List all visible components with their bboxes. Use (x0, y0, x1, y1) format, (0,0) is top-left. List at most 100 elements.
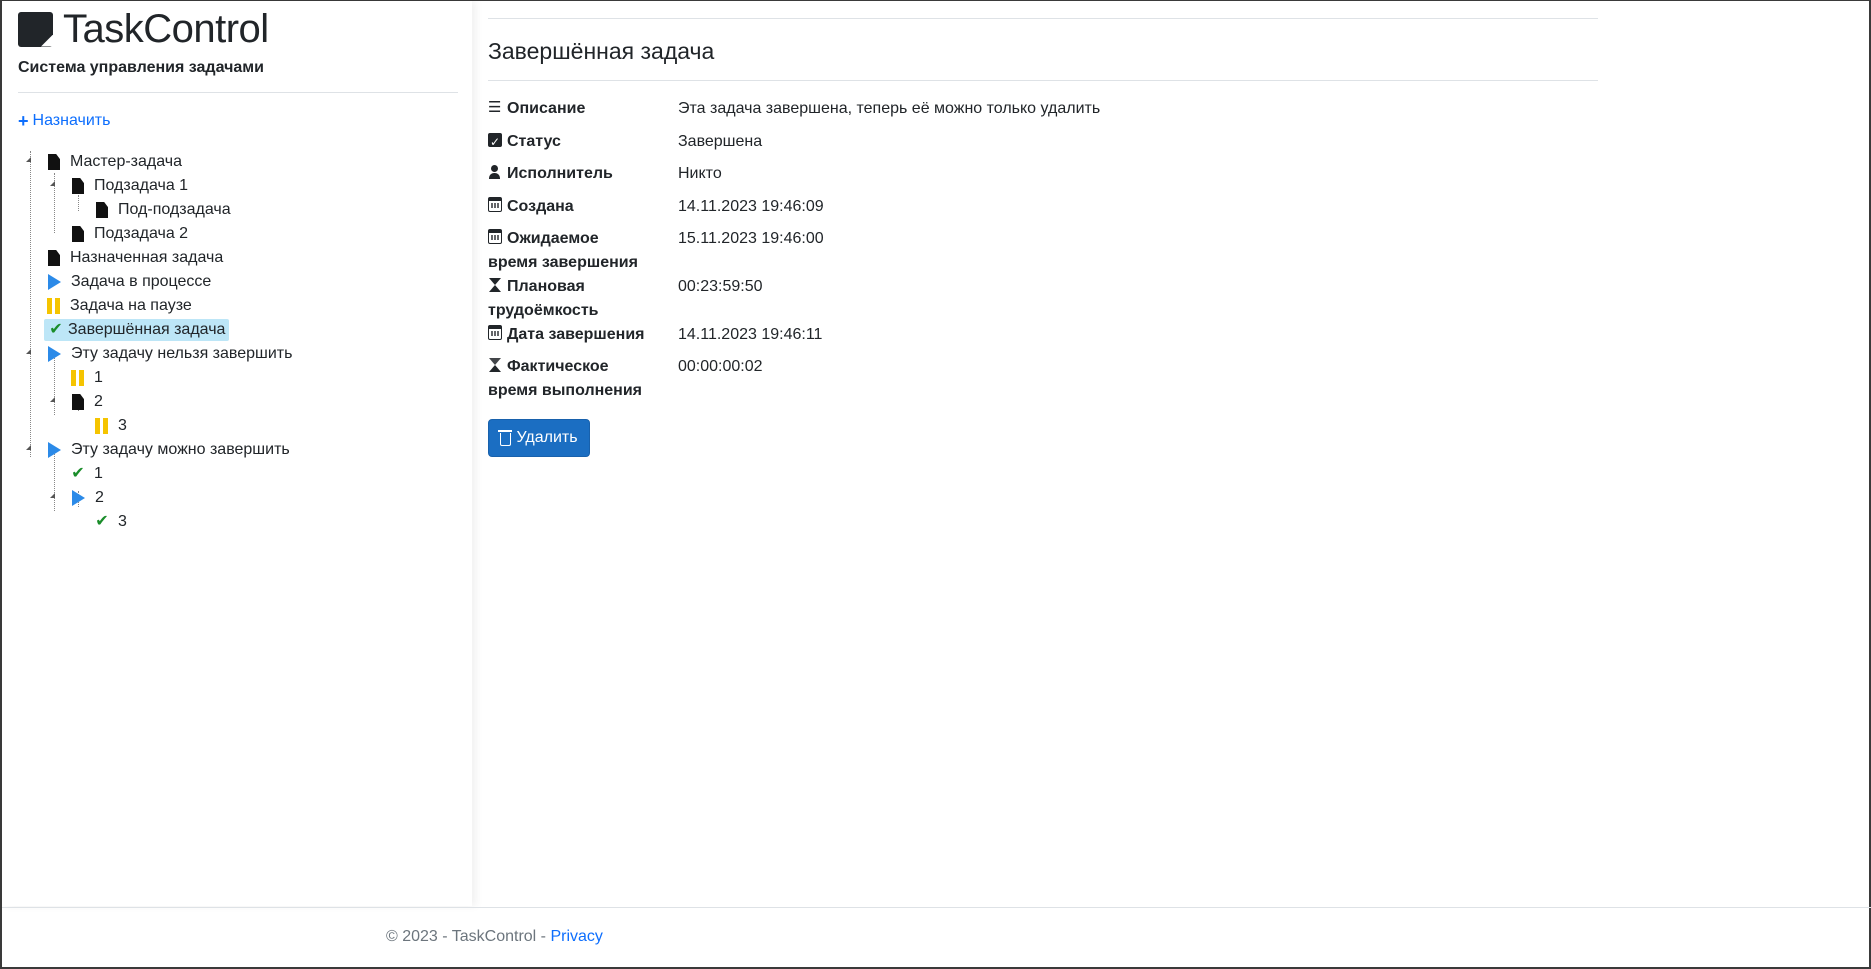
field-label-line2: трудоёмкость (488, 302, 599, 319)
tree-node[interactable]: ✔ 1 (70, 463, 107, 485)
tree-node[interactable]: 3 (94, 415, 131, 437)
play-icon (48, 346, 61, 362)
brand[interactable]: TaskControl (18, 7, 269, 51)
tree-node[interactable]: 2 (70, 487, 108, 509)
hourglass-icon (488, 358, 502, 372)
tree-node[interactable]: Назначенная задача (46, 247, 227, 269)
expander-icon[interactable] (26, 349, 31, 354)
tree-node-selected[interactable]: ✔ Завершённая задача (44, 319, 230, 341)
tree-node[interactable]: Задача на паузе (46, 295, 196, 317)
expander-icon[interactable] (50, 181, 55, 186)
field-value: Никто (678, 165, 722, 182)
field-value: 00:00:00:02 (678, 358, 763, 375)
assign-link[interactable]: + Назначить (18, 112, 110, 130)
assign-label: Назначить (32, 112, 111, 129)
tree-node-label: 1 (94, 369, 103, 386)
tree-node[interactable]: 2 (70, 391, 107, 413)
tree-node-label: Завершённая задача (68, 321, 226, 338)
field-label: Описание (507, 100, 586, 117)
footer-copyright: © 2023 - TaskControl - (386, 928, 551, 945)
tree-node-label: Подзадача 1 (94, 177, 189, 194)
tree-node-label: 2 (94, 393, 103, 410)
tree-node-label: Эту задачу нельзя завершить (71, 345, 293, 362)
check-icon: ✔ (71, 465, 85, 482)
tree-node-label: Подзадача 2 (94, 225, 189, 242)
field-label: Создана (507, 198, 574, 215)
tree-node-label: 1 (94, 465, 103, 482)
title-divider (488, 80, 1598, 81)
delete-button[interactable]: Удалить (488, 419, 590, 457)
field-value: 00:23:59:50 (678, 278, 763, 295)
calendar-icon (488, 229, 502, 244)
file-icon (48, 250, 60, 266)
pause-icon (71, 370, 85, 386)
hourglass-icon (488, 278, 502, 292)
check-square-icon (488, 130, 502, 154)
tree-node[interactable]: Эту задачу нельзя завершить (46, 343, 296, 365)
field-label-line2: время завершения (488, 254, 638, 271)
tree-node[interactable]: ✔ 3 (94, 511, 131, 533)
field-label: Исполнитель (507, 165, 613, 182)
field-label-line1: Фактическое (507, 358, 609, 375)
calendar-icon (488, 197, 502, 212)
file-icon (72, 178, 84, 194)
field-value: 14.11.2023 19:46:09 (678, 198, 824, 215)
check-icon: ✔ (95, 513, 109, 530)
expander-icon[interactable] (50, 493, 55, 498)
trash-icon (498, 430, 513, 446)
field-label-line1: Ожидаемое (507, 230, 599, 247)
pause-icon (95, 418, 109, 434)
file-icon (72, 394, 84, 410)
tree-node-label: Мастер-задача (70, 153, 183, 170)
tree-node[interactable]: Эту задачу можно завершить (46, 439, 294, 461)
tree-node-label: 3 (118, 513, 127, 530)
tree-node[interactable]: 1 (70, 367, 107, 389)
tree-connector (30, 151, 31, 457)
tree-connector (78, 195, 79, 211)
tree-node[interactable]: Подзадача 2 (70, 223, 192, 245)
tree-node[interactable]: Под-подзадача (94, 199, 235, 221)
expander-icon[interactable] (50, 397, 55, 402)
sticky-note-logo-icon (18, 11, 53, 47)
tree-node-label-wrapper: ✔ Завершённая задача (44, 319, 230, 341)
tree-node-label: Задача на паузе (70, 297, 192, 314)
user-icon (488, 165, 502, 179)
top-divider (488, 18, 1598, 19)
app-subtitle: Система управления задачами (18, 59, 264, 76)
task-title: Завершённая задача (488, 38, 715, 64)
field-value: 15.11.2023 19:46:00 (678, 230, 824, 247)
pause-icon (47, 298, 61, 314)
tree-node-label: Под-подзадача (118, 201, 231, 218)
privacy-link[interactable]: Privacy (550, 928, 602, 945)
tree-node-label: Назначенная задача (70, 249, 224, 266)
plus-icon: + (18, 111, 29, 131)
file-icon (96, 202, 108, 218)
expander-icon[interactable] (26, 157, 31, 162)
delete-label: Удалить (516, 429, 578, 446)
field-label: Статус (507, 133, 561, 150)
check-icon: ✔ (49, 321, 63, 338)
tree-node[interactable]: Подзадача 1 (70, 175, 192, 197)
footer-divider (2, 907, 1871, 908)
file-icon (48, 154, 60, 170)
tree-node-label: 2 (95, 489, 104, 506)
play-icon (48, 442, 61, 458)
tree-node-label: Эту задачу можно завершить (71, 441, 290, 458)
play-icon (48, 274, 61, 290)
field-label: Дата завершения (507, 326, 645, 343)
footer: © 2023 - TaskControl - Privacy (386, 928, 603, 946)
field-value: 14.11.2023 19:46:11 (678, 326, 823, 343)
tree-node-label: Задача в процессе (71, 273, 212, 290)
calendar-icon (488, 325, 502, 340)
sidebar: TaskControl Система управления задачами … (2, 1, 472, 906)
play-icon (72, 490, 85, 506)
sidebar-divider (18, 92, 458, 93)
tree-node[interactable]: Мастер-задача (46, 151, 186, 173)
list-icon (488, 96, 502, 120)
tree-node[interactable]: Задача в процессе (46, 271, 215, 293)
field-label-line1: Плановая (507, 278, 585, 295)
field-label-line2: время выполнения (488, 382, 643, 399)
field-value: Эта задача завершена, теперь её можно то… (678, 100, 1101, 117)
expander-icon[interactable] (26, 445, 31, 450)
field-value: Завершена (678, 133, 763, 150)
